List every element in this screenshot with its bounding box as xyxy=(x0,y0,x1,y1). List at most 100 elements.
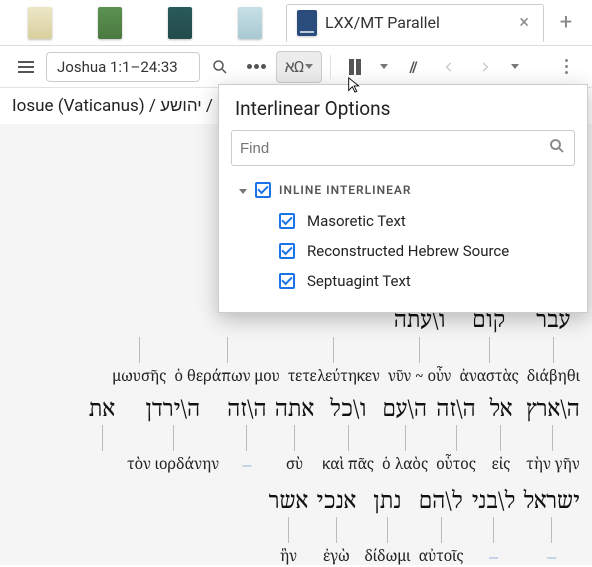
popup-title: Interlinear Options xyxy=(219,85,587,130)
search-icon[interactable] xyxy=(548,137,566,160)
tab-active[interactable]: LXX/MT Parallel × xyxy=(286,4,544,42)
chevron-down-icon xyxy=(305,64,313,69)
more-menu-button[interactable] xyxy=(550,51,582,83)
option-checkbox[interactable] xyxy=(279,243,295,259)
interlinear-button[interactable]: אΩ xyxy=(276,51,322,83)
word-cell[interactable]: אנכיἐγὼ xyxy=(312,487,360,565)
word-cell[interactable]: ישראל– xyxy=(519,487,584,565)
tab-thumb-2[interactable] xyxy=(76,4,144,42)
panel-menu-button[interactable] xyxy=(10,51,42,83)
visual-filters-button[interactable] xyxy=(240,51,272,83)
hebrew-word: ל\בני xyxy=(472,489,516,517)
cell-divider xyxy=(441,517,442,543)
greek-word: οὗτος xyxy=(436,455,476,473)
word-cell[interactable]: את xyxy=(81,395,123,479)
greek-word: μωυσῆς xyxy=(112,367,166,385)
cell-divider xyxy=(102,425,103,451)
toolbar: Joshua 1:1–24:33 אΩ // xyxy=(0,46,592,88)
word-cell[interactable]: ו\כלκαὶ πᾶς xyxy=(318,395,378,479)
find-input[interactable] xyxy=(240,140,548,157)
word-cell[interactable]: נתן δίδωμι xyxy=(360,487,414,565)
greek-word: τετελεύτηκεν xyxy=(288,367,380,385)
word-cell[interactable]: אתהσὺ xyxy=(271,395,319,479)
word-cell[interactable]: μωυσῆς xyxy=(108,306,170,390)
greek-word xyxy=(100,455,104,473)
tab-thumb-4[interactable] xyxy=(216,4,284,42)
greek-word: ὁ λαὸς xyxy=(382,455,428,473)
history-menu-button[interactable] xyxy=(505,51,525,83)
nav-forward-button[interactable] xyxy=(469,51,501,83)
hebrew-word: ה\זה xyxy=(227,397,267,425)
greek-word: ἀναστὰς xyxy=(459,367,518,385)
option-item[interactable]: Reconstructed Hebrew Source xyxy=(219,236,587,266)
option-checkbox[interactable] xyxy=(279,273,295,289)
cell-divider xyxy=(288,517,289,543)
greek-word: αὐτοῖς xyxy=(419,547,464,565)
close-icon[interactable]: × xyxy=(515,12,533,33)
hebrew-word: ה\ירדן xyxy=(146,397,200,425)
word-cell[interactable]: τετελεύτηκεν xyxy=(284,306,384,390)
chevron-down-icon xyxy=(239,189,247,194)
option-label: Masoretic Text xyxy=(307,212,406,230)
tab-active-label: LXX/MT Parallel xyxy=(325,13,440,32)
locator-button[interactable]: // xyxy=(397,51,429,83)
tab-thumb-1[interactable] xyxy=(6,4,74,42)
greek-word: τὸν ιορδάνην xyxy=(127,455,219,473)
cell-divider xyxy=(500,425,501,451)
cell-divider xyxy=(551,517,552,543)
toolbar-separator xyxy=(330,55,331,79)
interlinear-row: ישראל–ל\בני–ל\הםαὐτοῖς נתן δίδωμιאנכיἐγὼאש… xyxy=(0,485,592,565)
greek-word: διάβηθι xyxy=(527,367,580,385)
hebrew-word: נתן xyxy=(374,489,402,517)
cell-divider xyxy=(139,337,140,363)
tab-bar: LXX/MT Parallel × + xyxy=(0,0,592,46)
word-cell[interactable]: ו\עתהνῦν ~ οὖν xyxy=(384,306,455,390)
hebrew-word xyxy=(136,308,142,336)
option-section-header[interactable]: Inline Interlinear xyxy=(219,176,587,206)
word-cell[interactable]: ה\ארץτὴν γῆν xyxy=(522,395,584,479)
breadcrumb-text: Iosue (Vaticanus) / יהושע / xyxy=(12,96,213,116)
columns-button[interactable] xyxy=(339,51,371,83)
cell-divider xyxy=(333,337,334,363)
option-checkbox[interactable] xyxy=(279,213,295,229)
cell-divider xyxy=(173,425,174,451)
word-cell[interactable]: אשרἣν xyxy=(265,487,313,565)
word-cell[interactable]: ὁ θεράπων μου xyxy=(170,306,283,390)
word-cell[interactable]: ל\בני– xyxy=(468,487,520,565)
word-cell[interactable]: ה\עםὁ λαὸς xyxy=(378,395,432,479)
greek-word: ἐγὼ xyxy=(323,547,350,565)
cell-divider xyxy=(419,337,420,363)
word-cell[interactable]: ה\זה – xyxy=(223,395,271,483)
tab-thumb-3[interactable] xyxy=(146,4,214,42)
hebrew-word: אתה xyxy=(275,397,315,425)
section-label: Inline Interlinear xyxy=(279,183,412,197)
word-cell[interactable]: עברδιάβηθι xyxy=(523,306,584,390)
word-cell[interactable]: ה\זה οὗτος xyxy=(432,395,480,479)
search-button[interactable] xyxy=(204,51,236,83)
reference-input[interactable]: Joshua 1:1–24:33 xyxy=(46,52,200,82)
option-item[interactable]: Septuagint Text xyxy=(219,266,587,296)
word-cell[interactable]: אלεἰς xyxy=(480,395,522,479)
greek-word: ἣν xyxy=(280,547,297,565)
tab-add-button[interactable]: + xyxy=(546,10,586,35)
cell-divider xyxy=(246,425,247,451)
greek-word: δίδωμι xyxy=(364,547,410,565)
cell-divider xyxy=(336,517,337,543)
greek-word: καὶ πᾶς xyxy=(322,455,374,473)
option-label: Reconstructed Hebrew Source xyxy=(307,242,509,260)
hebrew-word: ה\זה xyxy=(436,397,476,425)
reference-text: Joshua 1:1–24:33 xyxy=(57,58,178,76)
section-checkbox[interactable] xyxy=(255,182,271,198)
cell-divider xyxy=(553,337,554,363)
word-cell[interactable]: קוםἀναστὰς xyxy=(455,306,522,390)
greek-word: – xyxy=(242,455,251,477)
word-cell[interactable]: ה\ירדן τὸν ιορδάνην xyxy=(123,395,223,479)
interlinear-icon: אΩ xyxy=(285,57,304,77)
columns-menu-button[interactable] xyxy=(375,51,393,83)
option-label: Septuagint Text xyxy=(307,272,411,290)
greek-word: ὁ θεράπων μου xyxy=(174,367,279,385)
nav-back-button[interactable] xyxy=(433,51,465,83)
hebrew-word: ה\ארץ xyxy=(526,397,580,425)
word-cell[interactable]: ל\הםαὐτοῖς xyxy=(415,487,468,565)
option-item[interactable]: Masoretic Text xyxy=(219,206,587,236)
